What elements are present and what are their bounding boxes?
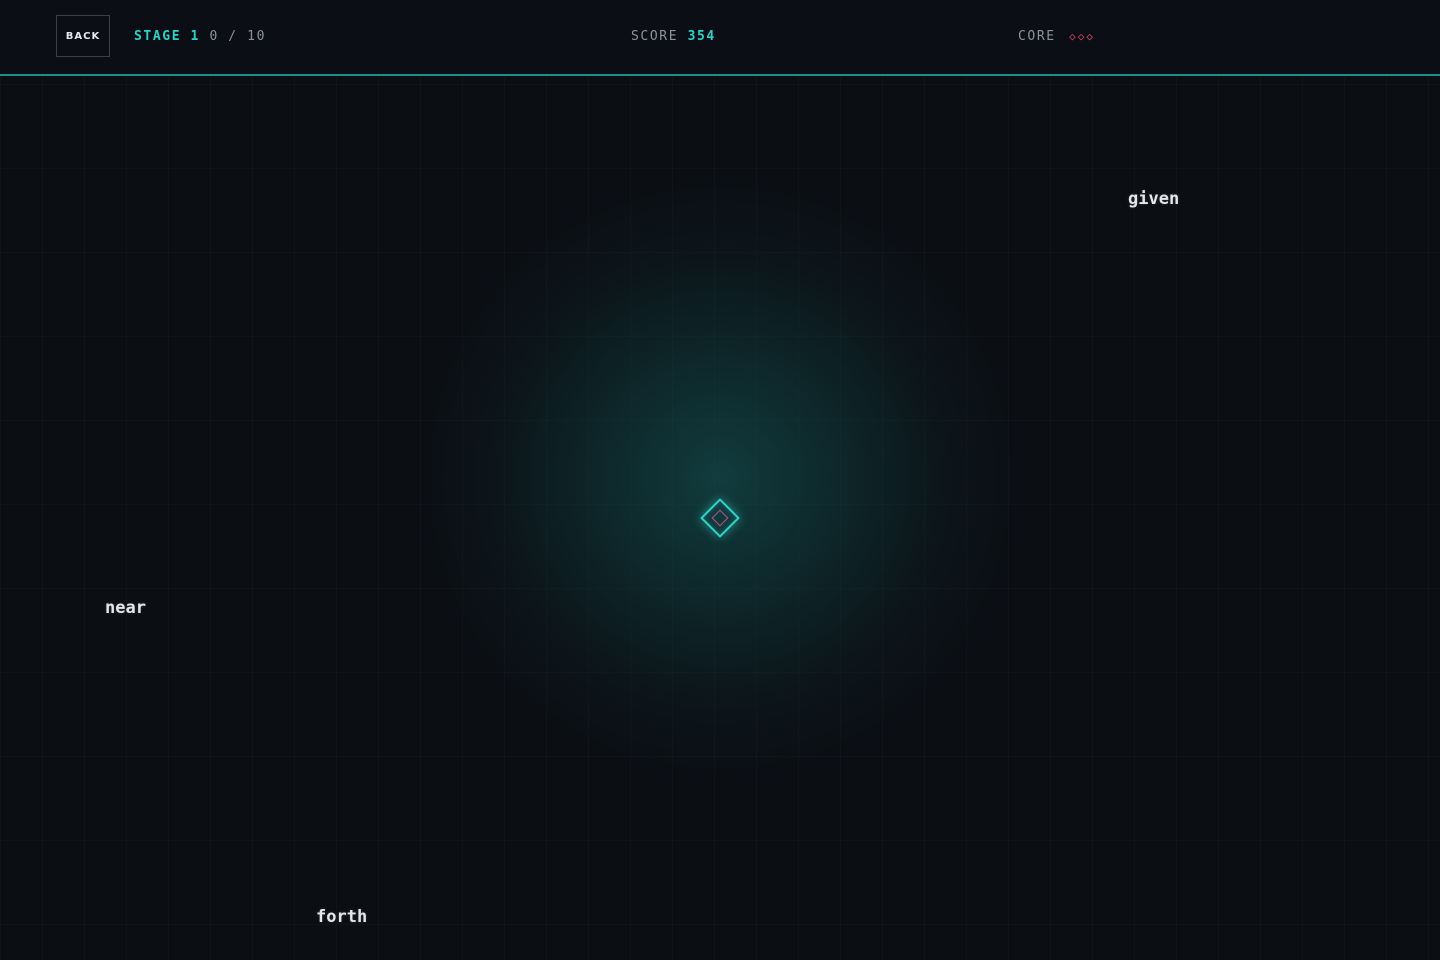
back-button[interactable]: BACK (56, 15, 110, 57)
score-value: 354 (687, 29, 716, 44)
stage-progress: 0 / 10 (209, 29, 266, 44)
enemy-word-near: near (105, 598, 146, 618)
core-health: CORE ◇◇◇ (1018, 29, 1095, 45)
core-glow (420, 178, 1020, 778)
score-label: SCORE (631, 29, 679, 44)
hud-bar: BACK STAGE 1 0 / 10 SCORE 354 CORE ◇◇◇ (0, 0, 1440, 76)
stage-label: STAGE 1 (134, 29, 200, 44)
core-lives-icon: ◇◇◇ (1069, 30, 1096, 43)
stage-indicator: STAGE 1 0 / 10 (134, 29, 266, 45)
score-display: SCORE 354 (631, 29, 716, 45)
core-diamond-icon (696, 494, 744, 542)
enemy-word-forth: forth (316, 907, 368, 927)
enemy-word-given: given (1128, 189, 1180, 209)
core-label: CORE (1018, 29, 1056, 44)
game-stage[interactable]: BACK STAGE 1 0 / 10 SCORE 354 CORE ◇◇◇ g… (0, 0, 1440, 960)
